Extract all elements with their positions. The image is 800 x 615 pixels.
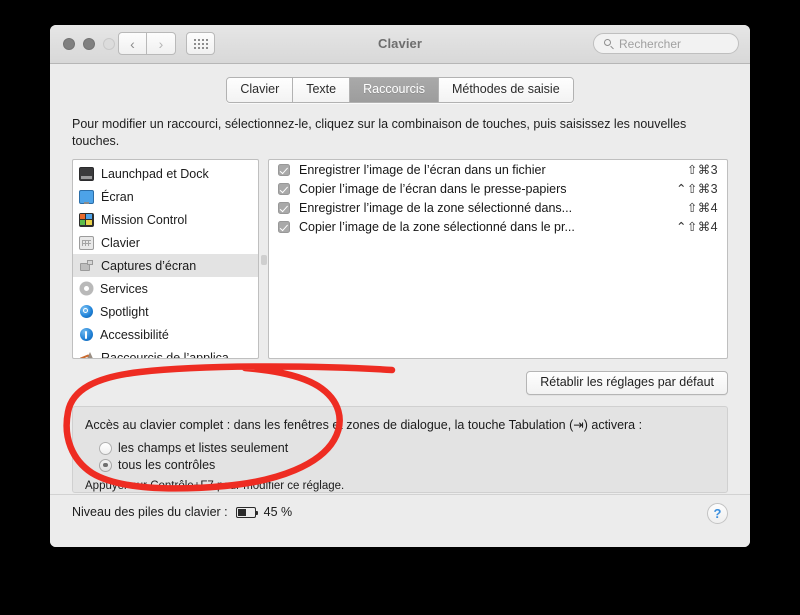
tab-methodes-de-saisie[interactable]: Méthodes de saisie [438,78,573,102]
automator-icon [79,351,95,358]
sidebar-item-label: Services [100,281,148,296]
radio-option-all-controls[interactable]: tous les contrôles [99,458,715,472]
shortcut-keys[interactable]: ⇧⌘4 [687,200,718,215]
splitter-handle[interactable] [261,255,267,265]
sidebar-item-services[interactable]: Services [73,277,258,300]
shortcut-keys[interactable]: ⌃⇧⌘3 [676,181,718,196]
sidebar-item-spotlight[interactable]: Spotlight [73,300,258,323]
sidebar-item-label: Launchpad et Dock [101,166,209,181]
sidebar-item-clavier[interactable]: Clavier [73,231,258,254]
screenshot-icon [79,259,94,273]
sidebar-item-raccourcis-de-lapplication[interactable]: Raccourcis de l’applica... [73,346,258,359]
full-keyboard-access-title: Accès au clavier complet : dans les fenê… [85,418,643,432]
sidebar-item-label: Captures d’écran [101,258,197,273]
shortcut-keys[interactable]: ⇧⌘3 [687,162,718,177]
battery-percent: 45 % [263,505,293,519]
shortcut-list[interactable]: Enregistrer l’image de l’écran dans un f… [268,159,728,359]
sidebar-item-captures-decran[interactable]: Captures d’écran [73,254,258,277]
sidebar-item-label: Clavier [101,235,140,250]
tab-clavier[interactable]: Clavier [227,78,294,102]
restore-defaults-button[interactable]: Rétablir les réglages par défaut [526,371,728,395]
system-preferences-window: ‹ › Clavier Rechercher Clavier Texte Rac… [50,25,750,547]
tab-bar-container: Clavier Texte Raccourcis Méthodes de sai… [50,64,750,106]
shortcut-name: Enregistrer l’image de l’écran dans un f… [299,162,546,177]
table-row[interactable]: Copier l’image de l’écran dans le presse… [269,179,727,198]
radio-option-fields-and-lists[interactable]: les champs et listes seulement [99,441,715,455]
row-checkbox[interactable] [278,220,290,233]
full-keyboard-access-box: Accès au clavier complet : dans les fenê… [72,406,728,493]
sidebar-item-label: Raccourcis de l’applica... [101,350,240,359]
row-checkbox[interactable] [278,201,290,214]
tab-texte[interactable]: Texte [293,78,351,102]
window-footer: Niveau des piles du clavier : 45 % ? [50,494,750,547]
table-row[interactable]: Copier l’image de la zone sélectionné da… [269,217,727,236]
shortcut-category-list[interactable]: Launchpad et Dock Écran Mission Control … [72,159,259,359]
spotlight-icon [79,305,93,318]
battery-label: Niveau des piles du clavier : [72,505,228,519]
row-checkbox[interactable] [278,182,290,195]
search-field[interactable]: Rechercher [593,33,739,54]
keyboard-icon [79,235,94,250]
shortcut-name: Copier l’image de la zone sélectionné da… [299,219,575,234]
launchpad-icon [79,166,94,181]
keyboard-battery-status: Niveau des piles du clavier : 45 % [72,505,292,519]
shortcut-name: Enregistrer l’image de la zone sélection… [299,200,573,215]
accessibility-icon [79,328,93,341]
table-row[interactable]: Enregistrer l’image de la zone sélection… [269,198,727,217]
sidebar-item-mission-control[interactable]: Mission Control [73,208,258,231]
shortcut-panes: Launchpad et Dock Écran Mission Control … [72,159,728,359]
radio-label: tous les contrôles [118,458,216,472]
battery-icon [235,506,259,518]
radio-button[interactable] [99,458,112,472]
sidebar-item-launchpad-et-dock[interactable]: Launchpad et Dock [73,162,258,185]
display-icon [79,189,94,204]
instruction-text: Pour modifier un raccourci, sélectionnez… [72,117,687,148]
search-icon [604,38,614,49]
full-keyboard-access-note: Appuyer sur Contrôle+F7 pour modifier ce… [85,480,345,492]
search-placeholder: Rechercher [619,36,682,51]
tab-bar: Clavier Texte Raccourcis Méthodes de sai… [226,77,574,103]
sidebar-item-label: Spotlight [100,304,149,319]
pane-splitter[interactable] [259,159,268,359]
shortcut-keys[interactable]: ⌃⇧⌘4 [676,219,718,234]
row-checkbox[interactable] [278,163,290,176]
window-titlebar: ‹ › Clavier Rechercher [50,25,750,64]
radio-label: les champs et listes seulement [118,441,289,455]
help-button[interactable]: ? [707,503,728,524]
gear-icon [80,283,92,294]
reset-row: Rétablir les réglages par défaut [72,371,728,395]
main-content: Pour modifier un raccourci, sélectionnez… [50,106,750,493]
sidebar-item-label: Accessibilité [100,327,169,342]
mission-control-icon [79,212,94,227]
shortcut-name: Copier l’image de l’écran dans le presse… [299,181,567,196]
sidebar-item-accessibilite[interactable]: Accessibilité [73,323,258,346]
sidebar-item-label: Mission Control [101,212,188,227]
tab-raccourcis[interactable]: Raccourcis [350,78,439,102]
radio-button[interactable] [99,441,112,455]
table-row[interactable]: Enregistrer l’image de l’écran dans un f… [269,160,727,179]
sidebar-item-ecran[interactable]: Écran [73,185,258,208]
sidebar-item-label: Écran [101,189,134,204]
